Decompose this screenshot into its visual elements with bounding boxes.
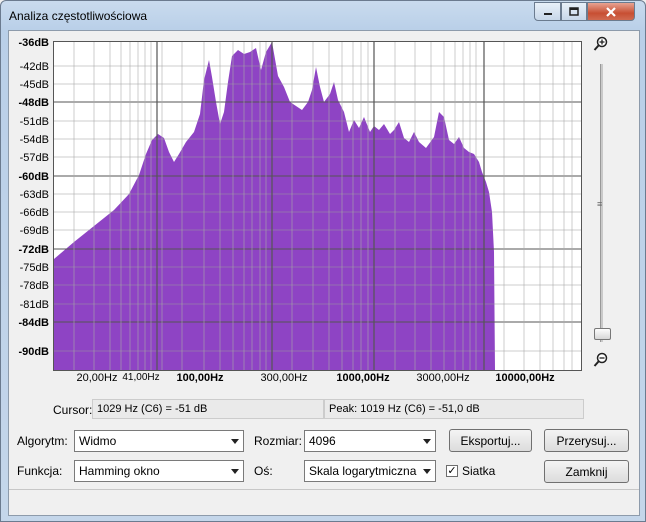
spectrum-fill <box>54 42 495 370</box>
close-window-button[interactable] <box>587 2 635 21</box>
replot-button[interactable]: Przerysuj... <box>544 429 629 452</box>
chevron-down-icon <box>423 439 431 444</box>
window-title: Analiza częstotliwościowa <box>9 9 148 23</box>
y-tick-label: -60dB <box>18 171 49 183</box>
minimize-button[interactable] <box>534 2 561 21</box>
y-tick-label: -72dB <box>18 244 49 256</box>
size-value: 4096 <box>309 434 336 448</box>
slider-grip-mark: ≡ <box>597 199 603 209</box>
close-button[interactable]: Zamknij <box>544 460 629 483</box>
grid-checkbox[interactable]: ✓ <box>446 465 458 477</box>
function-select[interactable]: Hamming okno <box>74 460 244 482</box>
x-tick-label: 1000,00Hz <box>336 372 390 384</box>
spectrum-plot[interactable] <box>53 41 582 371</box>
y-tick-label: -36dB <box>18 37 49 49</box>
x-tick-label: 10000,00Hz <box>495 372 555 384</box>
zoom-in-icon[interactable] <box>593 36 609 52</box>
y-tick-label: -81dB <box>19 299 49 311</box>
y-tick-label: -57dB <box>19 152 49 164</box>
axis-label: Oś: <box>254 464 273 478</box>
y-tick-label: -63dB <box>19 189 49 201</box>
axis-value: Skala logarytmiczna <box>309 464 417 478</box>
peak-label: Peak: <box>329 403 358 415</box>
export-button[interactable]: Eksportuj... <box>449 429 532 452</box>
y-tick-label: -75dB <box>19 262 49 274</box>
cursor-readout: 1029 Hz (C6) = -51 dB <box>92 399 324 419</box>
algorithm-value: Widmo <box>79 434 117 448</box>
spectrum-svg <box>54 42 581 370</box>
y-tick-label: -54dB <box>19 134 49 146</box>
dialog-client-area: -36dB -42dB -45dB -48dB -51dB -54dB -57dB -60dB… <box>8 30 640 516</box>
maximize-button[interactable] <box>561 2 587 21</box>
vertical-zoom-control: ≡ <box>593 36 611 368</box>
y-tick-label: -69dB <box>19 225 49 237</box>
peak-readout: Peak: 1019 Hz (C6) = -51,0 dB <box>324 399 584 419</box>
status-bar <box>9 489 639 516</box>
algorithm-select[interactable]: Widmo <box>74 430 244 452</box>
minimize-icon <box>543 12 552 15</box>
chevron-down-icon <box>423 469 431 474</box>
zoom-out-icon[interactable] <box>593 352 609 368</box>
axis-select[interactable]: Skala logarytmiczna <box>304 460 436 482</box>
size-label: Rozmiar: <box>254 434 303 448</box>
cursor-label: Cursor: <box>53 403 93 417</box>
x-tick-label: 300,00Hz <box>260 372 308 384</box>
grid-checkbox-label: Siatka <box>462 464 496 478</box>
function-label: Funkcja: <box>17 464 63 478</box>
x-tick-label: 20,00Hz <box>76 372 118 384</box>
algorithm-label: Algorytm: <box>17 434 68 448</box>
y-tick-label: -42dB <box>19 61 49 73</box>
y-tick-label: -48dB <box>18 97 49 109</box>
y-tick-label: -78dB <box>19 280 49 292</box>
x-tick-label: 3000,00Hz <box>416 372 470 384</box>
chevron-down-icon <box>231 469 239 474</box>
x-tick-label: 100,00Hz <box>176 372 224 384</box>
maximize-icon <box>569 7 579 16</box>
chevron-down-icon <box>231 439 239 444</box>
title-bar[interactable]: Analiza częstotliwościowa <box>1 1 645 29</box>
y-tick-label: -45dB <box>19 79 49 91</box>
x-tick-label: 41,00Hz <box>122 372 160 383</box>
frequency-analysis-window: Analiza częstotliwościowa -36dB -42dB -45d… <box>0 0 646 522</box>
y-tick-label: -51dB <box>19 116 49 128</box>
y-tick-label: -90dB <box>18 346 49 358</box>
peak-value: 1019 Hz (C6) = -51,0 dB <box>360 403 480 415</box>
y-tick-label: -66dB <box>19 207 49 219</box>
y-tick-label: -84dB <box>18 317 49 329</box>
close-icon <box>606 6 616 17</box>
zoom-slider-thumb[interactable] <box>594 328 611 340</box>
size-select[interactable]: 4096 <box>304 430 436 452</box>
function-value: Hamming okno <box>79 464 160 478</box>
